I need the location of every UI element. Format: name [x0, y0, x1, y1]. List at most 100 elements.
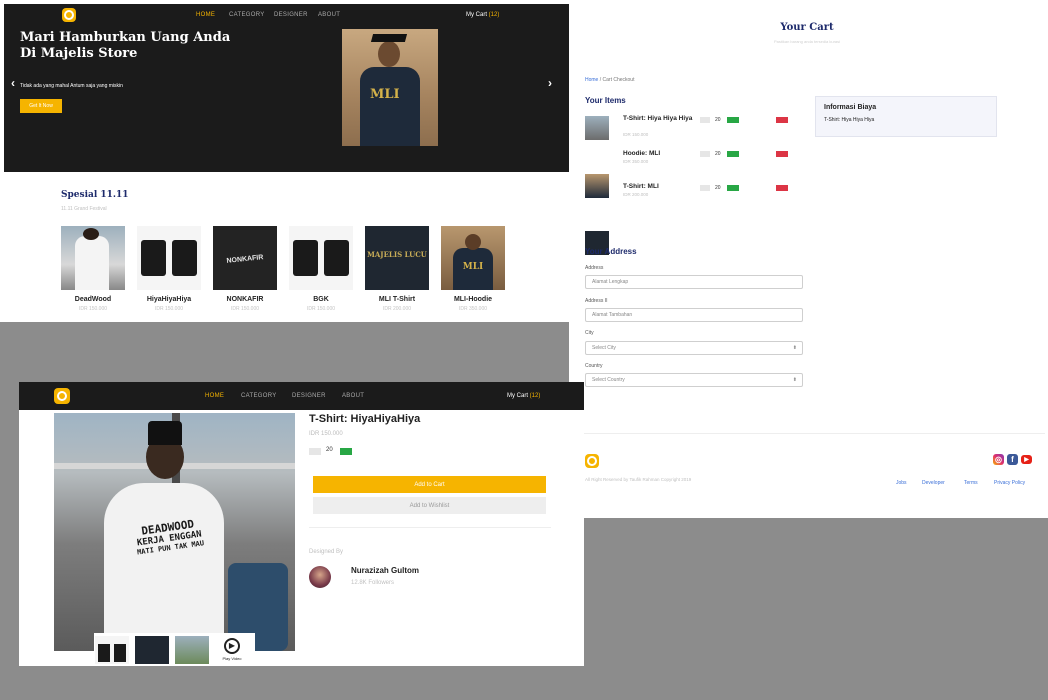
qty-decrease-button[interactable]: [309, 448, 321, 455]
nav-about[interactable]: ABOUT: [318, 12, 340, 18]
add-to-cart-button[interactable]: Add to Cart: [313, 476, 546, 493]
item-name: T-Shirt: Hiya Hiya Hiya: [623, 115, 693, 122]
product-name: MLI-Hoodie: [453, 296, 493, 303]
item-thumbnail: [585, 174, 609, 198]
footer-link-privacy[interactable]: Privacy Policy: [994, 480, 1025, 486]
address-label: Address: [585, 265, 604, 271]
cart-label: My Cart: [466, 12, 487, 18]
cart-link[interactable]: My Cart (12): [507, 393, 540, 399]
item-price: IDR 150.000: [623, 132, 649, 137]
city-select[interactable]: Select City ⬍: [585, 341, 803, 355]
item-name: Hoodie: MLI: [623, 150, 661, 157]
instagram-icon[interactable]: ◎: [993, 454, 1004, 465]
nav-about[interactable]: ABOUT: [342, 393, 364, 399]
address-field[interactable]: Alamat Lengkap: [585, 275, 803, 289]
product-name: DeadWood: [74, 296, 112, 303]
address2-field[interactable]: Alamat Tambahan: [585, 308, 803, 322]
qty-increase-button[interactable]: [727, 117, 739, 123]
breadcrumb-separator: /: [599, 77, 602, 83]
background-gray: [570, 518, 1048, 700]
breadcrumb-home[interactable]: Home: [585, 77, 598, 83]
product-image-text: NONKAFIR: [226, 254, 264, 265]
copyright-text: All Right Reserved by Taufik Rahman Copy…: [585, 477, 692, 482]
qty-increase-button[interactable]: [727, 185, 739, 191]
top-navbar: HOME CATEGORY DESIGNER ABOUT My Cart (12…: [4, 4, 569, 26]
page-subtitle: Pastikan barang anda tersedia kurasi: [773, 39, 841, 44]
product-card[interactable]: NONKAFIR NONKAFIR IDR 150.000: [213, 226, 277, 312]
product-price: IDR 350.000: [458, 306, 488, 312]
play-video-button[interactable]: ▶ Play Video: [215, 636, 249, 664]
remove-item-button[interactable]: [776, 117, 788, 123]
address2-label: Address II: [585, 298, 608, 304]
country-label: Country: [585, 363, 603, 369]
footer-link-jobs[interactable]: Jobs: [896, 480, 907, 486]
breadcrumb-current: Cart Checkout: [602, 77, 635, 83]
avatar[interactable]: [309, 566, 331, 588]
qty-value: 20: [715, 117, 721, 123]
cart-count: (12): [529, 393, 541, 399]
qty-decrease-button[interactable]: [700, 151, 710, 157]
qty-increase-button[interactable]: [727, 151, 739, 157]
qty-value: 20: [326, 447, 333, 453]
nav-designer[interactable]: DESIGNER: [292, 393, 326, 399]
product-name: HiyaHiyaHiya: [146, 296, 192, 303]
product-price: IDR 150.000: [230, 306, 260, 312]
hero-image: MLI: [342, 29, 438, 146]
get-it-now-button[interactable]: Get It Now: [20, 99, 62, 113]
chevron-right-icon[interactable]: ›: [548, 76, 552, 90]
select-arrow-icon: ⬍: [792, 377, 797, 383]
product-name: NONKAFIR: [226, 296, 264, 303]
cost-info-line: T-Shirt: Hiya Hiya Hiya: [824, 117, 875, 123]
footer-link-terms[interactable]: Terms: [964, 480, 978, 486]
footer-link-developer[interactable]: Developer: [922, 480, 945, 486]
nav-home[interactable]: HOME: [205, 393, 224, 399]
qty-decrease-button[interactable]: [700, 117, 710, 123]
thumbnail-image[interactable]: [135, 636, 169, 664]
nav-category[interactable]: CATEGORY: [229, 12, 265, 18]
product-card[interactable]: MLI MLI-Hoodie IDR 350.000: [441, 226, 505, 312]
product-card[interactable]: MAJELIS LUCU MLI T-Shirt IDR 200.000: [365, 226, 429, 312]
item-thumbnail: [585, 116, 609, 140]
product-image: MLI: [441, 226, 505, 290]
remove-item-button[interactable]: [776, 151, 788, 157]
cart-label: My Cart: [507, 393, 528, 399]
items-title: Your Items: [585, 96, 626, 105]
facebook-icon[interactable]: f: [1007, 454, 1018, 465]
hero-title: Mari Hamburkan Uang Anda Di Majelis Stor…: [20, 30, 231, 61]
chevron-left-icon[interactable]: ‹: [11, 76, 15, 90]
city-label: City: [585, 330, 594, 336]
qty-decrease-button[interactable]: [700, 185, 710, 191]
hero-image-text: MLI: [370, 87, 400, 102]
divider: [309, 527, 551, 528]
designer-name[interactable]: Nurazizah Gultom: [351, 566, 419, 575]
promo-title: Spesial 11.11: [61, 190, 129, 200]
logo-icon[interactable]: [62, 8, 76, 22]
designer-followers: 12.8K Followers: [351, 580, 395, 586]
logo-icon[interactable]: [54, 388, 70, 404]
product-detail-screenshot: HOME CATEGORY DESIGNER ABOUT My Cart (12…: [19, 382, 584, 666]
product-price: IDR 150.000: [309, 431, 343, 437]
thumbnail-image[interactable]: [175, 636, 209, 664]
nav-category[interactable]: CATEGORY: [241, 393, 277, 399]
cart-screenshot: Your Cart Pastikan barang anda tersedia …: [569, 4, 1045, 518]
product-card[interactable]: DeadWood IDR 150.000: [61, 226, 125, 312]
top-navbar: HOME CATEGORY DESIGNER ABOUT My Cart (12…: [19, 382, 584, 410]
city-placeholder: Select City: [592, 345, 616, 351]
select-arrow-icon: ⬍: [792, 345, 797, 351]
cart-link[interactable]: My Cart (12): [466, 12, 499, 18]
logo-icon[interactable]: [585, 454, 599, 468]
youtube-icon[interactable]: ▶: [1021, 455, 1032, 464]
product-card[interactable]: BGK IDR 150.000: [289, 226, 353, 312]
add-to-wishlist-button[interactable]: Add to Wishlist: [313, 497, 546, 514]
footer-divider: [569, 433, 1045, 434]
product-card[interactable]: HiyaHiyaHiya IDR 150.000: [137, 226, 201, 312]
nav-home[interactable]: HOME: [196, 12, 215, 18]
thumbnail-image[interactable]: [95, 636, 129, 664]
country-select[interactable]: Select Country ⬍: [585, 373, 803, 387]
item-price: IDR 200.000: [623, 192, 649, 197]
address-title: Your Address: [585, 247, 637, 256]
remove-item-button[interactable]: [776, 185, 788, 191]
address2-placeholder: Alamat Tambahan: [592, 312, 633, 318]
qty-increase-button[interactable]: [340, 448, 352, 455]
nav-designer[interactable]: DESIGNER: [274, 12, 308, 18]
